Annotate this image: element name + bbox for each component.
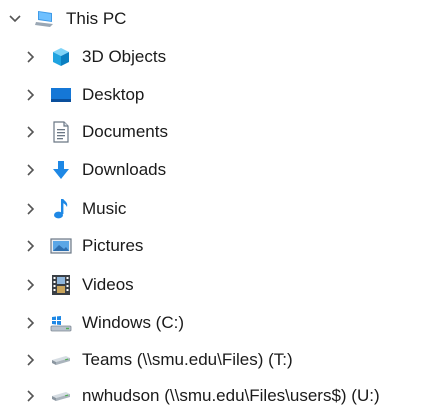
tree-item-videos[interactable]: Videos bbox=[0, 268, 431, 302]
chevron-right-icon[interactable] bbox=[24, 125, 38, 139]
chevron-right-icon[interactable] bbox=[24, 163, 38, 177]
tree-item-label: Desktop bbox=[82, 85, 145, 104]
chevron-right-icon[interactable] bbox=[24, 278, 38, 292]
tree-item-downloads[interactable]: Downloads bbox=[0, 153, 431, 187]
desktop-icon bbox=[50, 84, 72, 106]
tree-item-label: This PC bbox=[66, 9, 127, 28]
chevron-right-icon[interactable] bbox=[24, 50, 38, 64]
chevron-right-icon[interactable] bbox=[24, 88, 38, 102]
network-drive-icon bbox=[50, 349, 72, 371]
tree-item-label: Windows (C:) bbox=[82, 313, 185, 332]
tree-item-nwhudson-u[interactable]: nwhudson (\\smu.edu\Files\users$) (U:) bbox=[0, 379, 431, 413]
tree-item-label: nwhudson (\\smu.edu\Files\users$) (U:) bbox=[82, 386, 380, 405]
tree-item-label: Pictures bbox=[82, 236, 144, 255]
downloads-icon bbox=[50, 159, 72, 181]
music-icon bbox=[50, 198, 72, 220]
documents-icon bbox=[50, 121, 72, 143]
tree-item-pictures[interactable]: Pictures bbox=[0, 229, 431, 263]
windows-drive-icon bbox=[50, 312, 72, 334]
tree-item-documents[interactable]: Documents bbox=[0, 115, 431, 149]
this-pc-icon bbox=[34, 8, 56, 30]
tree-item-this-pc[interactable]: This PC bbox=[0, 2, 431, 36]
tree-item-label: Downloads bbox=[82, 160, 167, 179]
chevron-right-icon[interactable] bbox=[24, 353, 38, 367]
chevron-down-icon[interactable] bbox=[8, 12, 22, 26]
chevron-right-icon[interactable] bbox=[24, 316, 38, 330]
videos-icon bbox=[50, 274, 72, 296]
tree-item-label: 3D Objects bbox=[82, 47, 167, 66]
pictures-icon bbox=[50, 235, 72, 257]
tree-item-windows-c[interactable]: Windows (C:) bbox=[0, 306, 431, 340]
tree-item-label: Music bbox=[82, 199, 127, 218]
3d-objects-icon bbox=[50, 46, 72, 68]
chevron-right-icon[interactable] bbox=[24, 202, 38, 216]
tree-item-teams-t[interactable]: Teams (\\smu.edu\Files) (T:) bbox=[0, 343, 431, 377]
tree-item-label: Teams (\\smu.edu\Files) (T:) bbox=[82, 350, 293, 369]
tree-item-desktop[interactable]: Desktop bbox=[0, 78, 431, 112]
tree-item-label: Documents bbox=[82, 122, 168, 141]
chevron-right-icon[interactable] bbox=[24, 389, 38, 403]
navigation-tree: This PC 3D Objects Desktop Documents Dow… bbox=[0, 0, 431, 410]
tree-item-music[interactable]: Music bbox=[0, 192, 431, 226]
tree-item-3d-objects[interactable]: 3D Objects bbox=[0, 40, 431, 74]
network-drive-icon bbox=[50, 385, 72, 407]
chevron-right-icon[interactable] bbox=[24, 239, 38, 253]
tree-item-label: Videos bbox=[82, 275, 134, 294]
